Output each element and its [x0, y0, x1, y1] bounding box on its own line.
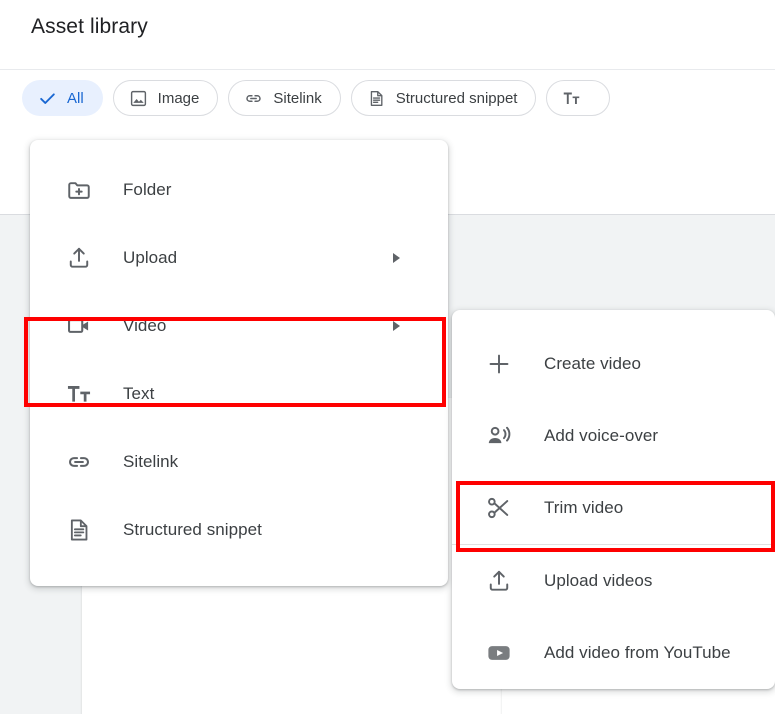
- menu-item-upload[interactable]: Upload: [30, 224, 448, 292]
- filter-chip-structured-snippet[interactable]: Structured snippet: [350, 80, 537, 116]
- chevron-right-icon: [393, 321, 400, 331]
- document-icon: [66, 517, 92, 543]
- menu-item-sitelink[interactable]: Sitelink: [30, 428, 448, 496]
- text-format-icon: [562, 89, 581, 108]
- menu-item-text-label: Text: [123, 384, 155, 403]
- link-icon: [244, 89, 263, 108]
- submenu-item-upload-videos-label: Upload videos: [544, 571, 653, 590]
- text-format-icon: [66, 381, 92, 407]
- submenu-item-add-voice-over-label: Add voice-over: [544, 426, 659, 445]
- menu-item-structured-snippet[interactable]: Structured snippet: [30, 496, 448, 564]
- filter-chip-image[interactable]: Image: [112, 80, 219, 116]
- menu-item-folder[interactable]: Folder: [30, 156, 448, 224]
- page-title: Asset library: [31, 15, 148, 38]
- submenu-item-create-video[interactable]: Create video: [452, 328, 775, 400]
- submenu-item-upload-videos[interactable]: Upload videos: [452, 545, 775, 617]
- submenu-item-add-video-from-youtube[interactable]: Add video from YouTube: [452, 617, 775, 689]
- link-icon: [66, 449, 92, 475]
- upload-icon: [66, 245, 92, 271]
- plus-icon: [486, 351, 512, 377]
- image-icon: [129, 89, 148, 108]
- chevron-right-icon: [393, 253, 400, 263]
- youtube-icon: [486, 640, 512, 666]
- asset-type-filter-bar: All Image Sitelink Structured snippet: [0, 70, 775, 126]
- check-icon: [38, 89, 57, 108]
- menu-item-video-label: Video: [123, 316, 167, 335]
- videocam-icon: [66, 313, 92, 339]
- create-asset-menu: Folder Upload Video Text Sitelink Struct…: [30, 140, 448, 586]
- menu-item-upload-label: Upload: [123, 248, 178, 267]
- voice-over-icon: [486, 423, 512, 449]
- submenu-item-create-video-label: Create video: [544, 354, 641, 373]
- submenu-item-add-voice-over[interactable]: Add voice-over: [452, 400, 775, 472]
- menu-item-folder-label: Folder: [123, 180, 172, 199]
- scissors-icon: [486, 495, 512, 521]
- filter-chip-all-label: All: [67, 89, 84, 107]
- submenu-item-trim-video[interactable]: Trim video: [452, 472, 775, 544]
- filter-chip-structured-snippet-label: Structured snippet: [395, 89, 518, 107]
- submenu-item-trim-video-label: Trim video: [544, 498, 624, 517]
- filter-chip-sitelink-label: Sitelink: [273, 89, 322, 107]
- submenu-item-add-video-from-youtube-label: Add video from YouTube: [544, 643, 731, 662]
- filter-chip-sitelink[interactable]: Sitelink: [228, 80, 341, 116]
- filter-chip-image-label: Image: [157, 89, 200, 107]
- video-submenu: Create video Add voice-over Trim video U…: [452, 310, 775, 689]
- menu-item-sitelink-label: Sitelink: [123, 452, 179, 471]
- create-new-folder-icon: [66, 177, 92, 203]
- document-icon: [367, 89, 386, 108]
- menu-item-text[interactable]: Text: [30, 360, 448, 428]
- filter-chip-all[interactable]: All: [22, 80, 103, 116]
- upload-icon: [486, 568, 512, 594]
- menu-item-video[interactable]: Video: [30, 292, 448, 360]
- filter-chip-text[interactable]: [546, 80, 611, 116]
- menu-item-structured-snippet-label: Structured snippet: [123, 520, 262, 539]
